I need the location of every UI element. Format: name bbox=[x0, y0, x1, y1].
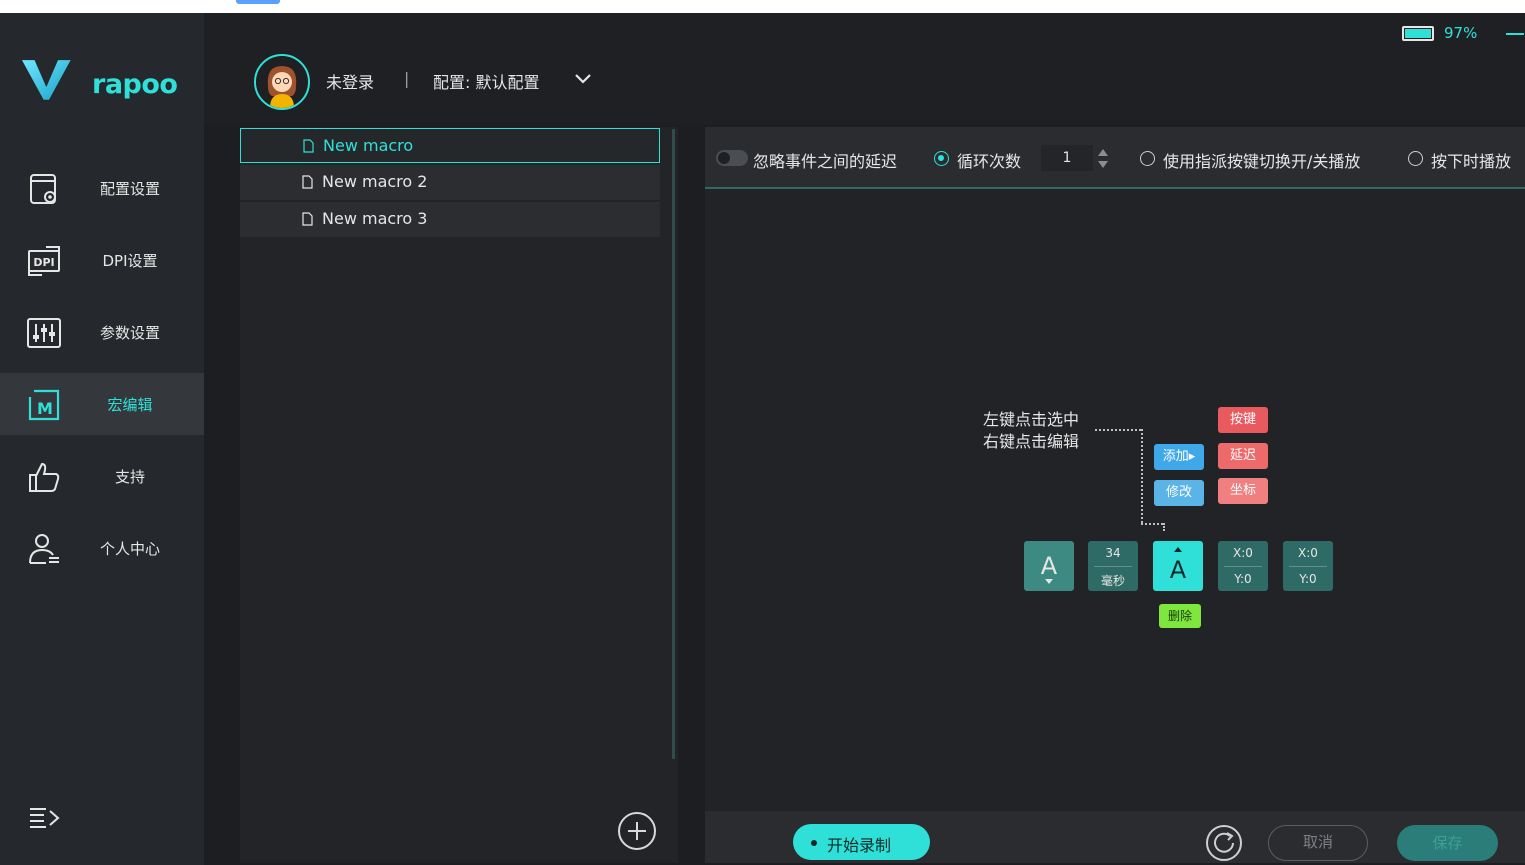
sidebar-item-profile[interactable]: 个人中心 bbox=[0, 517, 204, 579]
editor-footer: 开始录制 取消 保存 bbox=[705, 811, 1525, 863]
collapse-menu-icon[interactable] bbox=[28, 803, 62, 833]
sliders-icon bbox=[27, 318, 61, 348]
delay-value: 34 bbox=[1105, 546, 1121, 560]
macro-name: New macro 3 bbox=[322, 209, 428, 228]
save-button[interactable]: 保存 bbox=[1397, 825, 1498, 861]
svg-text:M: M bbox=[37, 399, 53, 418]
refresh-icon bbox=[1214, 832, 1234, 853]
battery-icon bbox=[1402, 26, 1434, 41]
hint-line: 左键点击选中 bbox=[983, 410, 1080, 429]
battery-percentage: 97% bbox=[1444, 24, 1478, 42]
sidebar-item-macro[interactable]: M 宏编辑 bbox=[0, 373, 204, 435]
start-recording-button[interactable]: 开始录制 bbox=[793, 824, 930, 860]
profile-label[interactable]: 配置: 默认配置 bbox=[433, 69, 539, 93]
delay-unit: 毫秒 bbox=[1100, 574, 1125, 588]
sidebar-item-label: 支持 bbox=[114, 468, 145, 486]
sidebar-item-label: 个人中心 bbox=[99, 540, 160, 558]
loop-count-radio[interactable] bbox=[934, 151, 949, 166]
macro-name: New macro bbox=[323, 136, 414, 155]
key-up-arrow-icon bbox=[1174, 547, 1182, 552]
record-label: 开始录制 bbox=[827, 836, 892, 855]
coord-y: Y:0 bbox=[1234, 572, 1252, 586]
sidebar-item-dpi[interactable]: DPI DPI设置 bbox=[0, 229, 204, 291]
toggle-key-radio[interactable] bbox=[1140, 151, 1155, 166]
coord-y: Y:0 bbox=[1299, 572, 1317, 586]
minimize-button[interactable] bbox=[1506, 33, 1524, 35]
svg-text:DPI: DPI bbox=[33, 256, 54, 269]
config-icon bbox=[30, 174, 56, 204]
app-window: rapoo 配置设置 DPI DPI设置 参数设置 M 宏编辑 支持 个人中心 … bbox=[0, 13, 1525, 865]
sidebar-item-label: 配置设置 bbox=[99, 180, 160, 198]
guide-connector bbox=[1163, 523, 1165, 531]
key-down-arrow-icon bbox=[1045, 579, 1053, 584]
sidebar: rapoo 配置设置 DPI DPI设置 参数设置 M 宏编辑 支持 个人中心 bbox=[0, 13, 204, 865]
sidebar-item-support[interactable]: 支持 bbox=[0, 445, 204, 507]
event-coord[interactable]: X:0 Y:0 bbox=[1283, 541, 1333, 591]
sidebar-item-label: 宏编辑 bbox=[107, 396, 153, 414]
guide-connector bbox=[1141, 523, 1163, 525]
header: 未登录 | 配置: 默认配置 97% bbox=[204, 13, 1525, 125]
guide-connector bbox=[1095, 429, 1141, 431]
rapoo-v-logo-icon bbox=[22, 60, 71, 100]
loop-count-label: 循环次数 bbox=[957, 152, 1022, 171]
add-menu-button[interactable]: 添加▸ bbox=[1154, 444, 1204, 470]
header-separator: | bbox=[404, 69, 410, 88]
avatar[interactable] bbox=[254, 54, 310, 110]
event-key-down[interactable]: A bbox=[1024, 541, 1074, 591]
sidebar-item-params[interactable]: 参数设置 bbox=[0, 301, 204, 363]
macro-icon: M bbox=[28, 389, 60, 421]
sidebar-item-label: 参数设置 bbox=[99, 324, 160, 342]
loop-count-stepper[interactable] bbox=[1097, 147, 1109, 171]
ignore-delay-toggle[interactable] bbox=[716, 150, 748, 166]
user-avatar-icon bbox=[256, 56, 308, 108]
cancel-button[interactable]: 取消 bbox=[1268, 825, 1368, 861]
toggle-key-label: 使用指派按键切换开/关播放 bbox=[1163, 152, 1361, 171]
event-delay[interactable]: 34 毫秒 bbox=[1088, 541, 1138, 591]
coord-x: X:0 bbox=[1298, 546, 1318, 560]
file-icon bbox=[303, 139, 314, 153]
chevron-down-icon[interactable] bbox=[574, 73, 592, 85]
macro-list-panel: New macro New macro 2 New macro 3 bbox=[240, 127, 678, 863]
add-coord-button[interactable]: 坐标 bbox=[1218, 478, 1268, 504]
add-macro-button[interactable] bbox=[618, 812, 656, 850]
add-key-button[interactable]: 按键 bbox=[1218, 407, 1268, 433]
record-dot-icon bbox=[811, 840, 817, 846]
macro-name: New macro 2 bbox=[322, 172, 428, 191]
sidebar-item-config[interactable]: 配置设置 bbox=[0, 157, 204, 219]
delete-event-button[interactable]: 删除 bbox=[1159, 604, 1201, 628]
macro-list-item[interactable]: New macro 2 bbox=[240, 165, 660, 200]
file-icon bbox=[302, 212, 313, 226]
event-coord[interactable]: X:0 Y:0 bbox=[1218, 541, 1268, 591]
dpi-icon: DPI bbox=[28, 246, 60, 276]
macro-editor: 忽略事件之间的延迟 循环次数 1 使用指派按键切换开/关播放 按下时播放 左键点… bbox=[705, 127, 1525, 863]
hold-play-radio[interactable] bbox=[1408, 151, 1423, 166]
title-strip bbox=[0, 0, 1525, 13]
macro-list-item[interactable]: New macro bbox=[240, 128, 660, 163]
file-icon bbox=[302, 175, 313, 189]
brand-logo-text: rapoo bbox=[92, 69, 178, 100]
ignore-delay-label: 忽略事件之间的延迟 bbox=[753, 152, 898, 171]
loop-count-input[interactable]: 1 bbox=[1041, 145, 1093, 171]
sidebar-item-label: DPI设置 bbox=[102, 252, 158, 270]
event-key-up[interactable]: A bbox=[1153, 541, 1203, 591]
options-bar: 忽略事件之间的延迟 循环次数 1 使用指派按键切换开/关播放 按下时播放 bbox=[705, 127, 1525, 189]
coord-x: X:0 bbox=[1233, 546, 1253, 560]
hold-play-label: 按下时播放 bbox=[1431, 152, 1512, 171]
thumbs-up-icon bbox=[29, 462, 60, 492]
scrollbar[interactable] bbox=[672, 129, 675, 759]
login-status[interactable]: 未登录 bbox=[326, 69, 374, 93]
hint-line: 右键点击编辑 bbox=[983, 432, 1080, 451]
editor-hint: 左键点击选中 右键点击编辑 bbox=[983, 409, 1079, 453]
macro-list-item[interactable]: New macro 3 bbox=[240, 202, 660, 237]
modify-button[interactable]: 修改 bbox=[1154, 480, 1204, 506]
guide-connector bbox=[1141, 429, 1143, 523]
refresh-button[interactable] bbox=[1206, 825, 1242, 861]
user-icon bbox=[29, 534, 59, 564]
add-delay-button[interactable]: 延迟 bbox=[1218, 443, 1268, 469]
window-tab-indicator bbox=[236, 0, 280, 4]
